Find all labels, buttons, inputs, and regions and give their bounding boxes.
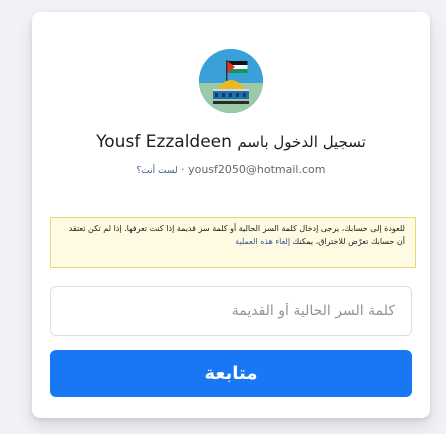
- continue-button[interactable]: متابعة: [50, 350, 412, 397]
- user-name: Yousf Ezzaldeen: [96, 132, 232, 152]
- account-line: لست أنت؟ · yousf2050@hotmail.com: [32, 163, 430, 176]
- avatar-image-icon: [199, 49, 263, 113]
- login-card: Yousf Ezzaldeen تسجيل الدخول باسم لست أن…: [32, 12, 430, 418]
- recovery-notice: للعودة إلى حسابك، يرجى إدخال كلمة السر ا…: [50, 217, 416, 268]
- cancel-process-link[interactable]: إلغاء هذه العملية: [235, 237, 290, 246]
- separator: ·: [181, 163, 185, 176]
- title-prefix: تسجيل الدخول باسم: [237, 133, 366, 151]
- not-you-link[interactable]: لست أنت؟: [137, 166, 178, 176]
- login-title: Yousf Ezzaldeen تسجيل الدخول باسم: [32, 132, 430, 152]
- password-input[interactable]: [50, 286, 412, 336]
- account-email: yousf2050@hotmail.com: [188, 163, 326, 176]
- profile-avatar: [199, 49, 263, 113]
